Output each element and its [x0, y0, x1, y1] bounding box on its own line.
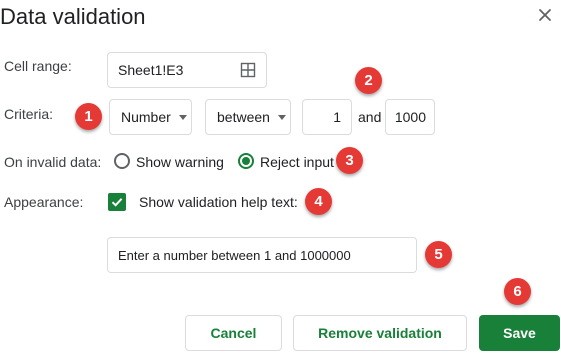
criteria-type-dropdown[interactable]: Number — [109, 99, 192, 135]
chevron-down-icon — [277, 114, 286, 120]
appearance-label: Appearance: — [4, 194, 84, 210]
callout-badge-5: 5 — [425, 241, 452, 268]
criteria-max-value: 1000 — [394, 109, 426, 125]
close-icon[interactable] — [536, 6, 554, 24]
help-text-checkbox[interactable] — [108, 193, 126, 211]
and-label: and — [358, 109, 382, 125]
help-text-value: Enter a number between 1 and 1000000 — [118, 247, 351, 263]
callout-badge-1: 1 — [75, 103, 102, 130]
dialog-title: Data validation — [0, 4, 146, 29]
cell-range-label: Cell range: — [4, 58, 72, 74]
grid-icon[interactable] — [240, 62, 256, 78]
callout-badge-6: 6 — [504, 278, 531, 305]
criteria-type-value: Number — [121, 109, 171, 125]
show-warning-label[interactable]: Show warning — [136, 154, 224, 170]
radio-show-warning[interactable] — [114, 153, 130, 169]
criteria-label: Criteria: — [4, 106, 54, 122]
remove-validation-button[interactable]: Remove validation — [293, 315, 467, 351]
criteria-min-value: 1 — [333, 109, 341, 125]
invalid-data-label: On invalid data: — [4, 154, 102, 170]
cell-range-value: Sheet1!E3 — [118, 62, 184, 78]
criteria-condition-dropdown[interactable]: between — [205, 99, 291, 135]
save-button[interactable]: Save — [479, 315, 560, 351]
checkmark-icon — [111, 198, 123, 207]
radio-reject-input[interactable] — [238, 153, 254, 169]
chevron-down-icon — [178, 114, 187, 120]
cancel-button[interactable]: Cancel — [185, 315, 282, 351]
criteria-condition-value: between — [217, 109, 270, 125]
callout-badge-2: 2 — [355, 67, 382, 94]
help-text-checkbox-label[interactable]: Show validation help text: — [139, 194, 298, 210]
criteria-min-input[interactable]: 1 — [302, 99, 352, 135]
callout-badge-3: 3 — [336, 147, 363, 174]
help-text-input[interactable]: Enter a number between 1 and 1000000 — [107, 237, 417, 273]
criteria-max-input[interactable]: 1000 — [385, 99, 435, 135]
reject-input-label[interactable]: Reject input — [260, 154, 334, 170]
callout-badge-4: 4 — [305, 188, 332, 215]
